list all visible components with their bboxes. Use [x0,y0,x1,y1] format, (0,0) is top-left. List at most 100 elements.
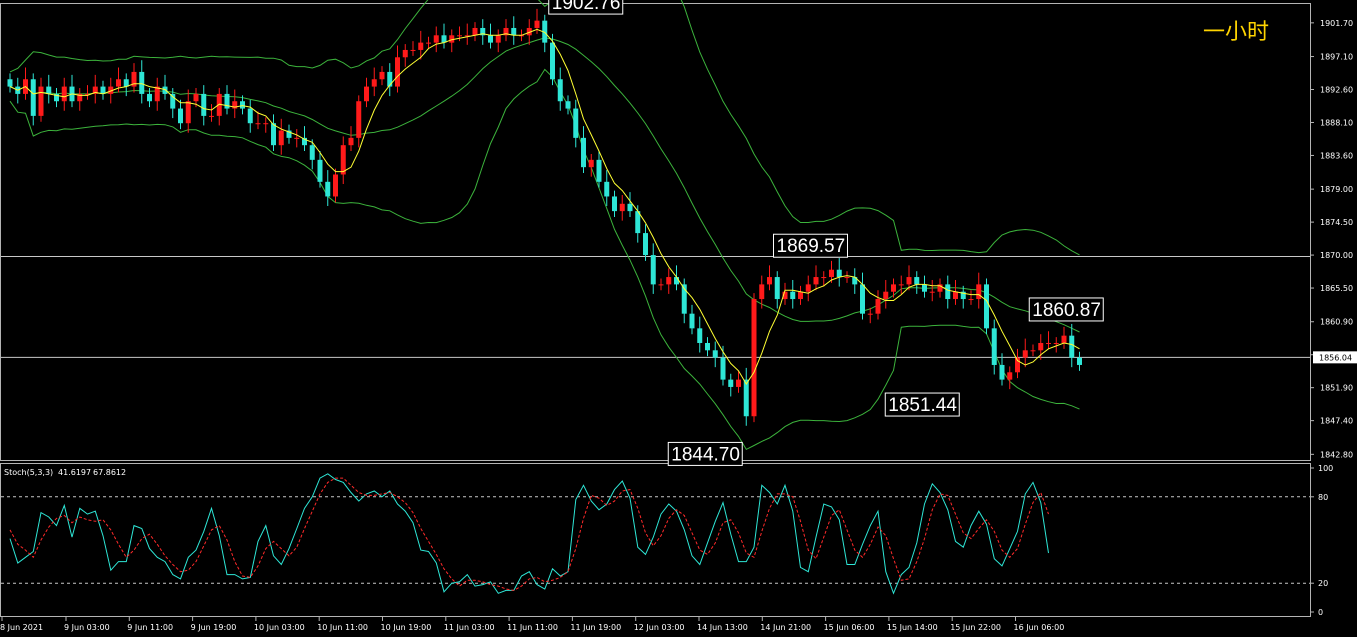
candle [836,258,842,287]
time-tick-label: 15 Jun 06:00 [824,623,875,632]
candle [1030,344,1036,357]
candle [867,307,873,324]
candle [805,275,811,302]
candle-body [968,299,974,301]
annotation-label: 1902.76 [552,0,621,14]
time-tick-label: 9 Jun 19:00 [191,623,237,632]
candle-body [821,277,827,279]
candle [875,290,881,320]
candle-body [193,93,199,102]
candle [178,99,183,130]
candle [154,77,160,111]
candle-body [209,115,214,117]
candle [395,45,400,93]
candle [286,124,292,144]
candle-body [46,86,52,94]
stoch-axis: 100 80 20 0 [1310,464,1333,617]
time-tick-label: 14 Jun 21:00 [760,623,811,632]
candle-body [511,27,517,36]
stoch-tick-label: 80 [1318,493,1328,502]
candle-body [410,49,416,51]
candle-body [581,137,586,168]
candle [294,129,300,148]
candle-body [488,35,493,43]
candle [728,373,734,397]
candle [666,268,672,294]
candle-body [271,123,276,146]
candle [224,85,230,115]
candle [364,77,369,108]
candle [23,67,28,100]
candle [604,170,610,206]
candle [705,337,710,357]
candle-body [1030,350,1036,352]
candle [348,126,354,152]
candle [325,170,331,206]
candle-body [898,284,904,286]
annotation-2: 1860.87 [1028,297,1104,322]
candle [689,304,695,335]
candle-body [1022,350,1028,358]
candle-body [356,101,362,138]
time-tick-label: 15 Jun 22:00 [950,623,1001,632]
candle-body [7,79,13,87]
candle-body [255,123,261,125]
candle-body [619,203,625,212]
candle [937,278,943,298]
candle [565,95,571,115]
candle-body [588,159,594,168]
price-axis: 1901.70 1897.10 1892.60 1888.10 1883.60 1879.… [1310,19,1357,459]
candle [798,285,803,305]
price-tick-label: 1870.00 [1320,251,1353,260]
candle [371,67,377,97]
candle [85,85,90,100]
candle [751,293,757,423]
candle [495,29,501,53]
candle [852,268,858,294]
candle [54,88,59,108]
current-price-label: 1856.04 [1319,353,1352,362]
candle-body [247,108,253,124]
price-chart[interactable]: 1901.70 1897.10 1892.60 1888.10 1883.60 1879.… [0,0,1357,637]
time-tick-label: 10 Jun 03:00 [254,623,305,632]
annotation-label: 1869.57 [777,236,846,257]
candle-body [139,71,145,94]
candle [929,279,935,302]
candle [30,73,36,126]
time-tick-label: 8 Jun 2021 [0,623,43,632]
price-tick-label: 1892.60 [1320,86,1353,95]
candle-body [906,277,912,285]
candle-body [705,342,710,351]
candle [1022,338,1028,368]
candle-body [867,313,873,315]
candle-body [1061,335,1067,343]
candle [542,14,548,53]
candle [100,80,106,100]
candle-body [457,35,462,37]
time-tick-label: 9 Jun 11:00 [127,623,173,632]
candle-body [790,291,796,300]
candle-body [798,291,803,300]
candle [46,74,52,104]
candle [410,41,416,56]
candle-body [891,284,896,292]
stoch-signal-line [9,477,1049,591]
candle [914,271,920,294]
candle-body [612,196,617,212]
time-tick-label: 10 Jun 19:00 [381,623,432,632]
candle [61,77,67,111]
candle-body [379,71,385,80]
candle-body [743,379,749,417]
time-tick-label: 15 Jun 14:00 [887,623,938,632]
candle [976,272,982,309]
candle-body [767,277,772,285]
candle-body [263,123,269,125]
candle [433,26,439,53]
candle-body [759,284,765,300]
price-tick-label: 1860.90 [1320,318,1353,327]
main-panel-frame [0,3,1311,461]
candle [340,136,346,185]
candle [139,60,145,104]
candle-body [751,299,757,417]
candle-body [371,79,377,87]
